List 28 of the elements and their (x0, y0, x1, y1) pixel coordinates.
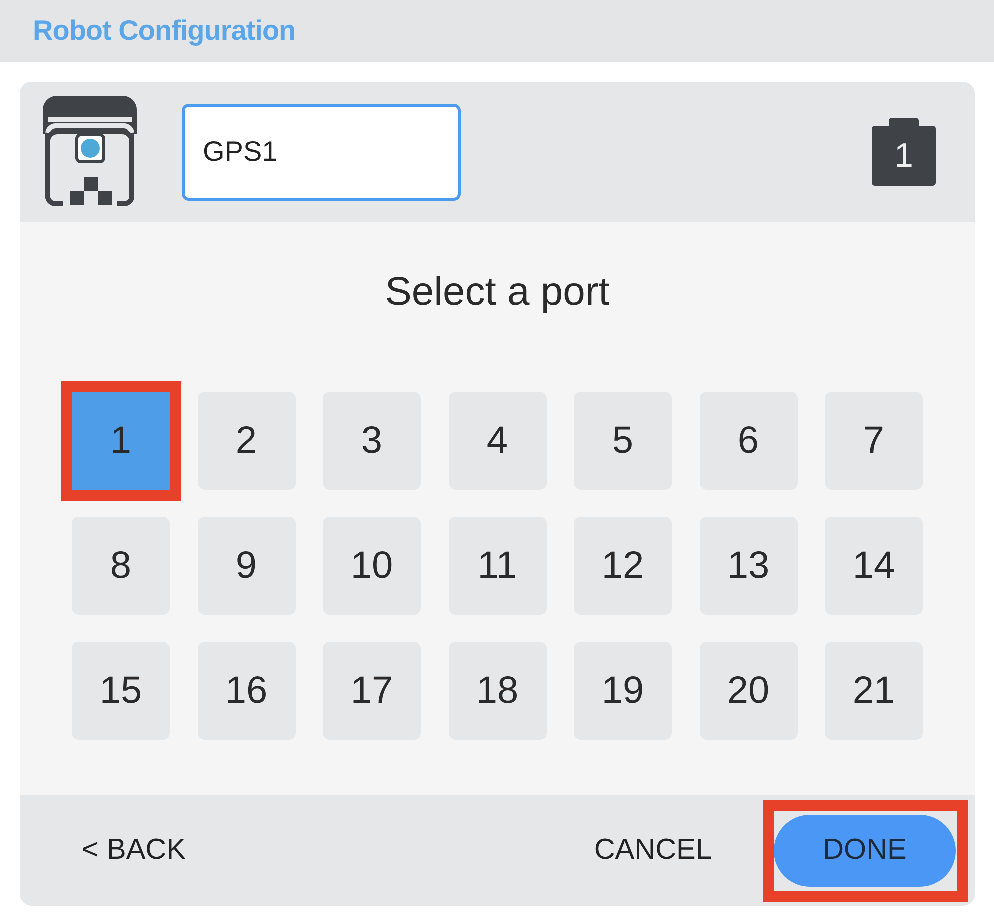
port-button[interactable]: 5 (574, 392, 672, 490)
sensor-icon (43, 96, 137, 208)
port-button[interactable]: 20 (700, 642, 798, 740)
port-button[interactable]: 9 (198, 517, 296, 615)
port-button[interactable]: 18 (448, 642, 546, 740)
port-button[interactable]: 6 (700, 392, 798, 490)
port-button[interactable]: 14 (825, 517, 923, 615)
port-button[interactable]: 13 (700, 517, 798, 615)
port-button[interactable]: 11 (448, 517, 546, 615)
port-button[interactable]: 12 (574, 517, 672, 615)
port-button[interactable]: 17 (323, 642, 421, 740)
port-button[interactable]: 7 (825, 392, 923, 490)
name-field[interactable]: GPS1 (182, 104, 461, 200)
port-button[interactable]: 1 (72, 392, 170, 490)
port-button[interactable]: 8 (72, 517, 170, 615)
port-button[interactable]: 21 (825, 642, 923, 740)
port-button[interactable]: 3 (323, 392, 421, 490)
port-button[interactable]: 16 (198, 642, 296, 740)
port-button[interactable]: 10 (323, 517, 421, 615)
port-button[interactable]: 19 (574, 642, 672, 740)
window-title: Robot Configuration (33, 15, 296, 47)
port-button[interactable]: 15 (72, 642, 170, 740)
done-button[interactable]: DONE (774, 814, 956, 886)
back-button[interactable]: < BACK (82, 834, 186, 867)
cancel-button[interactable]: CANCEL (594, 834, 712, 867)
prompt-text: Select a port (385, 269, 610, 316)
port-button[interactable]: 2 (198, 392, 296, 490)
port-button[interactable]: 4 (448, 392, 546, 490)
